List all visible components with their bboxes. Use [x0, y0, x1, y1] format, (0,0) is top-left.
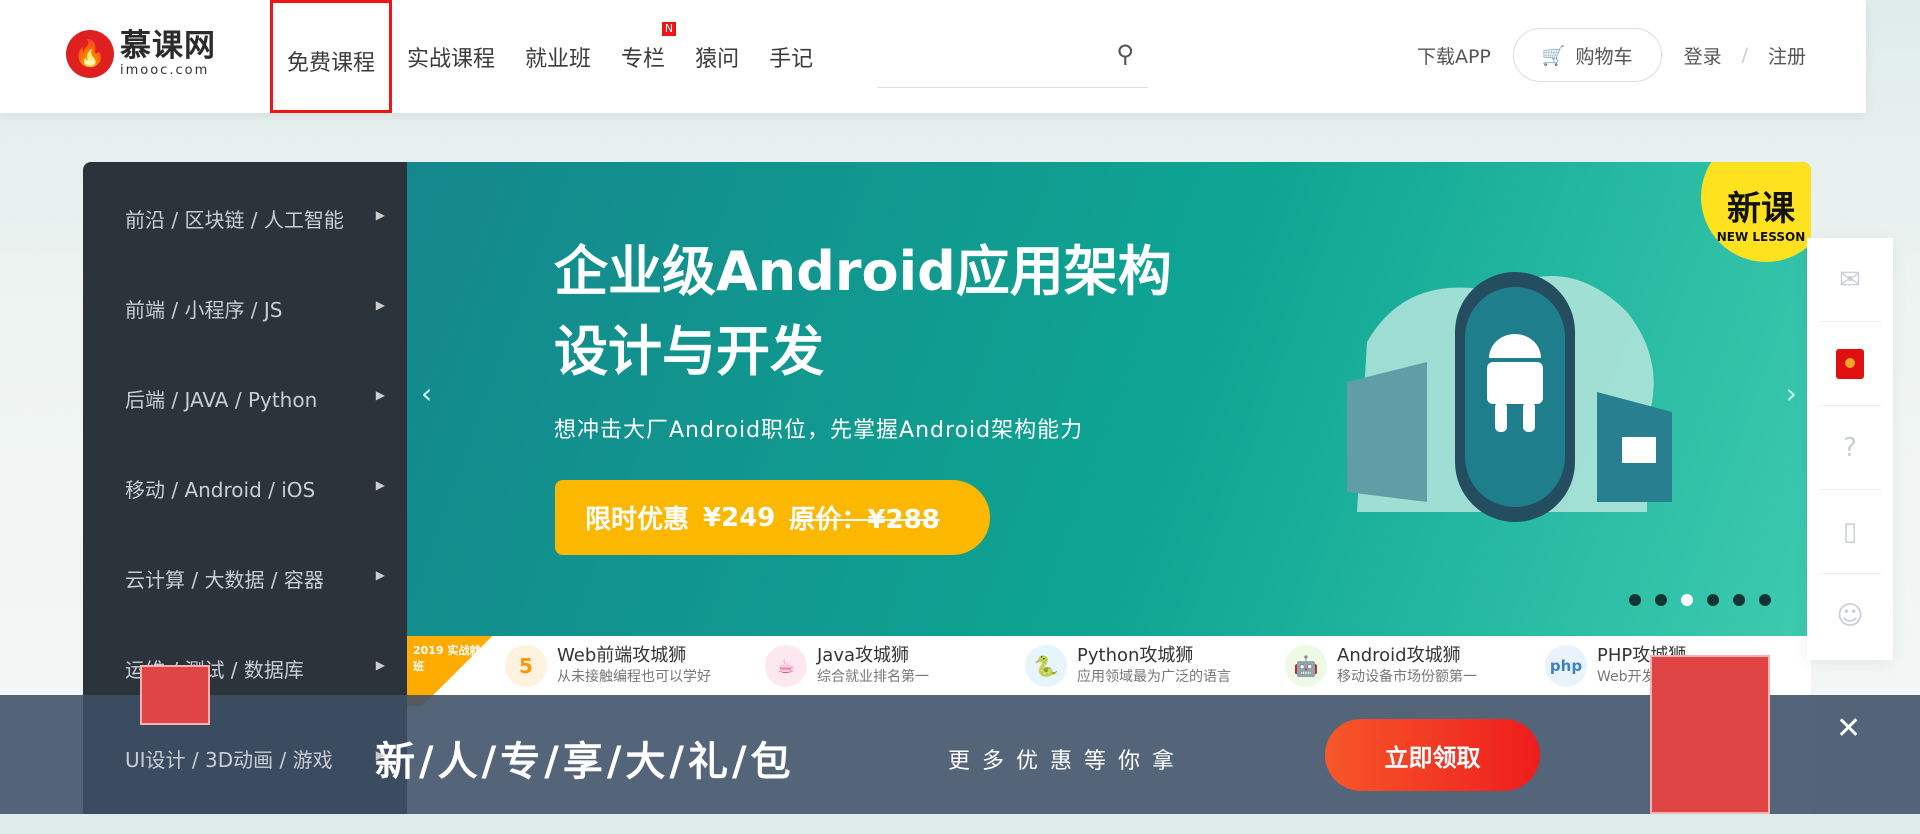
category-label: 后端 / JAVA / Python	[125, 388, 318, 412]
carousel-dot[interactable]	[1759, 594, 1771, 606]
category-item[interactable]: 前沿 / 区块链 / 人工智能 ▶	[83, 204, 407, 294]
category-label: UI设计 / 3D动画 / 游戏	[125, 748, 333, 772]
nav-label: 免费课程	[287, 50, 376, 76]
price-tag: 限时优惠 ¥249 原价：¥288	[555, 480, 990, 555]
new-badge: N	[661, 22, 677, 36]
java-icon: ☕	[765, 644, 807, 687]
category-item[interactable]: 云计算 / 大数据 / 容器 ▶	[83, 564, 407, 654]
caret-right-icon: ▶	[375, 568, 385, 582]
path-card[interactable]: ☕ Java攻城狮 综合就业排名第一	[757, 636, 1017, 695]
nav-qa[interactable]: 猿问	[680, 0, 754, 113]
card-desc: 综合就业排名第一	[817, 668, 929, 685]
claim-button[interactable]: 立即领取	[1325, 719, 1540, 791]
cart-button[interactable]: 🛒 购物车	[1512, 28, 1662, 82]
floating-toolbar: ✉ ? ▯ ☺	[1807, 238, 1893, 660]
login-link[interactable]: 登录	[1684, 42, 1722, 69]
category-label: 移动 / Android / iOS	[125, 478, 316, 502]
banner-title: 企业级Android应用架构 设计与开发	[554, 240, 1172, 383]
carousel-dots	[1629, 594, 1771, 606]
search-input[interactable]: ⚲	[878, 40, 1148, 88]
path-card[interactable]: 🐍 Python攻城狮 应用领域最为广泛的语言	[1017, 636, 1277, 695]
carousel-dot[interactable]	[1733, 594, 1745, 606]
category-label: 前沿 / 区块链 / 人工智能	[125, 208, 344, 232]
close-icon[interactable]: ✕	[1836, 711, 1861, 746]
nav-label: 猿问	[695, 46, 740, 72]
logo-cn: 慕课网	[120, 28, 216, 64]
carousel-dot[interactable]	[1655, 594, 1667, 606]
nav-label: 专栏	[621, 46, 666, 72]
prev-arrow-icon[interactable]: ‹	[421, 377, 432, 410]
category-label: 云计算 / 大数据 / 容器	[125, 568, 324, 592]
register-link[interactable]: 注册	[1768, 42, 1806, 69]
nav-label: 就业班	[525, 46, 592, 72]
banner-subtitle: 想冲击大厂Android职位，先掌握Android架构能力	[554, 418, 1084, 443]
card-desc: 从未接触编程也可以学好	[557, 668, 711, 685]
category-item[interactable]: 后端 / JAVA / Python ▶	[83, 384, 407, 474]
nav-employment[interactable]: 就业班	[510, 0, 606, 113]
help-icon[interactable]: ?	[1819, 406, 1881, 490]
card-desc: 应用领域最为广泛的语言	[1077, 668, 1231, 685]
nav-label: 实战课程	[407, 46, 496, 72]
card-title: Web前端攻城狮	[557, 645, 687, 667]
caret-right-icon: ▶	[375, 388, 385, 402]
carousel-dot[interactable]	[1707, 594, 1719, 606]
flame-icon: 🔥	[66, 30, 114, 78]
android-icon: 🤖	[1285, 644, 1327, 687]
category-item[interactable]: 前端 / 小程序 / JS ▶	[83, 294, 407, 384]
cart-icon: 🛒	[1541, 44, 1566, 67]
android-illustration	[1347, 272, 1672, 522]
promo-title: 新/人/专/享/大/礼/包	[375, 739, 795, 785]
card-desc: 移动设备市场份额第一	[1337, 668, 1477, 685]
category-item[interactable]: 移动 / Android / iOS ▶	[83, 474, 407, 564]
nav-notes[interactable]: 手记	[754, 0, 828, 113]
caret-right-icon: ▶	[375, 658, 385, 672]
caret-right-icon: ▶	[375, 748, 385, 762]
chat-icon[interactable]: ☺	[1819, 574, 1881, 658]
nav-column[interactable]: 专栏 N	[606, 0, 680, 113]
nav-free-courses[interactable]: 免费课程	[270, 0, 393, 113]
logo[interactable]: 🔥 慕课网 imooc.com	[66, 30, 216, 78]
path-card[interactable]: 5 Web前端攻城狮 从未接触编程也可以学好	[497, 636, 757, 695]
cart-label: 购物车	[1575, 45, 1633, 68]
red-packet-icon[interactable]	[1819, 322, 1881, 406]
nav-practical-courses[interactable]: 实战课程	[392, 0, 510, 113]
caret-right-icon: ▶	[375, 208, 385, 222]
card-title: Android攻城狮	[1337, 645, 1461, 667]
path-card[interactable]: 🤖 Android攻城狮 移动设备市场份额第一	[1277, 636, 1537, 695]
nav-label: 手记	[769, 46, 814, 72]
next-arrow-icon[interactable]: ›	[1786, 377, 1797, 410]
promo-subtitle: 更多优惠等你拿	[948, 749, 1187, 774]
gift-illustration	[1650, 655, 1770, 814]
caret-right-icon: ▶	[375, 478, 385, 492]
new-lesson-badge: 新课 NEW LESSON	[1701, 162, 1811, 262]
site-header: 🔥 慕课网 imooc.com 免费课程 实战课程 就业班 专栏 N 猿问 手记 ⚲…	[0, 0, 1866, 113]
card-title: Python攻城狮	[1077, 645, 1194, 667]
carousel-dot[interactable]	[1629, 594, 1641, 606]
hero-carousel[interactable]: 企业级Android应用架构 设计与开发 想冲击大厂Android职位，先掌握An…	[407, 162, 1811, 636]
card-title: Java攻城狮	[817, 645, 910, 667]
category-item[interactable]: UI设计 / 3D动画 / 游戏 ▶	[83, 744, 407, 834]
download-app-link[interactable]: 下载APP	[1417, 42, 1491, 69]
php-icon: php	[1545, 644, 1587, 687]
caret-right-icon: ▶	[375, 298, 385, 312]
gift-illustration	[140, 665, 210, 725]
category-label: 前端 / 小程序 / JS	[125, 298, 283, 322]
python-icon: 🐍	[1025, 644, 1067, 687]
carousel-dot-active[interactable]	[1681, 594, 1693, 606]
search-icon[interactable]: ⚲	[1116, 40, 1134, 68]
divider: /	[1741, 44, 1748, 66]
main-nav: 免费课程 实战课程 就业班 专栏 N 猿问 手记	[270, 0, 828, 113]
mobile-icon[interactable]: ▯	[1819, 490, 1881, 574]
logo-en: imooc.com	[120, 63, 210, 78]
html5-icon: 5	[505, 644, 547, 687]
feedback-icon[interactable]: ✉	[1819, 238, 1881, 322]
